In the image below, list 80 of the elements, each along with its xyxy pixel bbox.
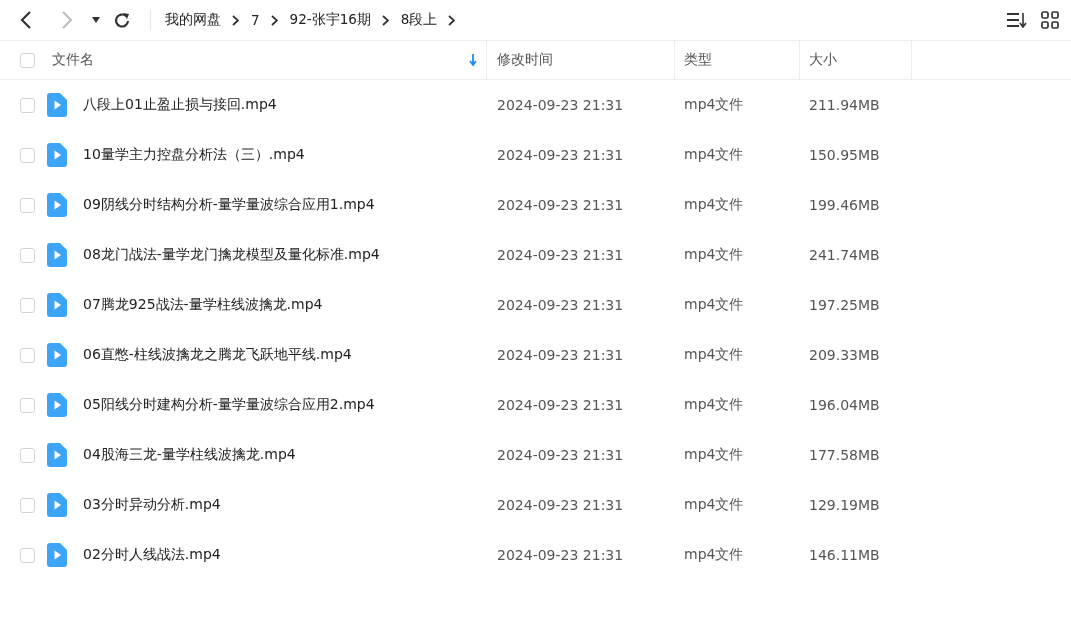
row-checkbox[interactable] xyxy=(20,297,35,313)
modified-time: 2024-09-23 21:31 xyxy=(497,297,624,313)
modified-time: 2024-09-23 21:31 xyxy=(497,547,624,563)
back-icon[interactable] xyxy=(19,11,33,29)
video-file-icon xyxy=(47,343,67,367)
file-name[interactable]: 05阳线分时建构分析-量学量波综合应用2.mp4 xyxy=(83,396,375,414)
video-file-icon xyxy=(47,543,67,567)
file-name[interactable]: 09阴线分时结构分析-量学量波综合应用1.mp4 xyxy=(83,196,375,214)
file-size: 177.58MB xyxy=(809,447,880,463)
file-type: mp4文件 xyxy=(684,346,744,362)
file-type: mp4文件 xyxy=(684,96,744,112)
modified-time: 2024-09-23 21:31 xyxy=(497,147,624,163)
row-checkbox[interactable] xyxy=(20,397,35,413)
row-checkbox[interactable] xyxy=(20,197,35,213)
sort-arrow-icon[interactable] xyxy=(469,54,477,66)
file-size: 129.19MB xyxy=(809,497,880,513)
file-type: mp4文件 xyxy=(684,196,744,212)
chevron-icon xyxy=(381,14,389,26)
row-checkbox[interactable] xyxy=(20,247,35,263)
refresh-icon[interactable] xyxy=(114,11,131,29)
dropdown-icon[interactable] xyxy=(92,17,100,23)
file-type: mp4文件 xyxy=(684,396,744,412)
file-type: mp4文件 xyxy=(684,146,744,162)
file-name[interactable]: 03分时异动分析.mp4 xyxy=(83,496,221,514)
file-size: 241.74MB xyxy=(809,247,880,263)
breadcrumb-item[interactable]: 我的网盘 xyxy=(165,11,221,29)
row-checkbox[interactable] xyxy=(20,347,35,363)
forward-icon[interactable] xyxy=(60,11,74,29)
grid-view-icon[interactable] xyxy=(1041,11,1059,29)
breadcrumb-item[interactable]: 92-张宇16期 xyxy=(289,11,371,29)
file-name[interactable]: 八段上01止盈止损与接回.mp4 xyxy=(83,96,277,114)
modified-time: 2024-09-23 21:31 xyxy=(497,397,624,413)
chevron-icon xyxy=(270,14,278,26)
column-header[interactable]: 修改时间 xyxy=(497,51,553,69)
row-checkbox[interactable] xyxy=(20,497,35,513)
video-file-icon xyxy=(47,143,67,167)
row-checkbox[interactable] xyxy=(20,97,35,113)
file-size: 196.04MB xyxy=(809,397,880,413)
modified-time: 2024-09-23 21:31 xyxy=(497,247,624,263)
file-size: 199.46MB xyxy=(809,197,880,213)
file-type: mp4文件 xyxy=(684,296,744,312)
video-file-icon xyxy=(47,393,67,417)
file-size: 146.11MB xyxy=(809,547,880,563)
file-name[interactable]: 08龙门战法-量学龙门擒龙模型及量化标准.mp4 xyxy=(83,246,380,264)
chevron-icon xyxy=(448,14,456,26)
file-size: 209.33MB xyxy=(809,347,880,363)
file-type: mp4文件 xyxy=(684,446,744,462)
breadcrumb-item[interactable]: 7 xyxy=(251,12,260,28)
file-name[interactable]: 10量学主力控盘分析法（三）.mp4 xyxy=(83,146,305,164)
modified-time: 2024-09-23 21:31 xyxy=(497,347,624,363)
sort-icon[interactable] xyxy=(1006,12,1028,28)
modified-time: 2024-09-23 21:31 xyxy=(497,97,624,113)
video-file-icon xyxy=(47,93,67,117)
video-file-icon xyxy=(47,293,67,317)
file-type: mp4文件 xyxy=(684,546,744,562)
video-file-icon xyxy=(47,243,67,267)
modified-time: 2024-09-23 21:31 xyxy=(497,447,624,463)
file-name[interactable]: 02分时人线战法.mp4 xyxy=(83,546,221,564)
video-file-icon xyxy=(47,443,67,467)
column-header[interactable]: 文件名 xyxy=(52,51,94,69)
file-name[interactable]: 07腾龙925战法-量学柱线波擒龙.mp4 xyxy=(83,296,323,314)
column-header[interactable]: 类型 xyxy=(684,51,712,69)
file-name[interactable]: 04股海三龙-量学柱线波擒龙.mp4 xyxy=(83,446,296,464)
column-header[interactable]: 大小 xyxy=(809,51,837,69)
modified-time: 2024-09-23 21:31 xyxy=(497,497,624,513)
row-checkbox[interactable] xyxy=(20,447,35,463)
row-checkbox[interactable] xyxy=(20,147,35,163)
breadcrumb-item[interactable]: 8段上 xyxy=(400,11,438,29)
file-size: 197.25MB xyxy=(809,297,880,313)
modified-time: 2024-09-23 21:31 xyxy=(497,197,624,213)
row-checkbox[interactable] xyxy=(20,547,35,563)
file-type: mp4文件 xyxy=(684,496,744,512)
chevron-icon xyxy=(232,14,239,26)
file-name[interactable]: 06直憋-柱线波擒龙之腾龙飞跃地平线.mp4 xyxy=(83,346,352,364)
select-all-checkbox[interactable] xyxy=(20,52,35,68)
video-file-icon xyxy=(47,493,67,517)
file-size: 150.95MB xyxy=(809,147,880,163)
file-type: mp4文件 xyxy=(684,246,744,262)
video-file-icon xyxy=(47,193,67,217)
file-size: 211.94MB xyxy=(809,97,880,113)
